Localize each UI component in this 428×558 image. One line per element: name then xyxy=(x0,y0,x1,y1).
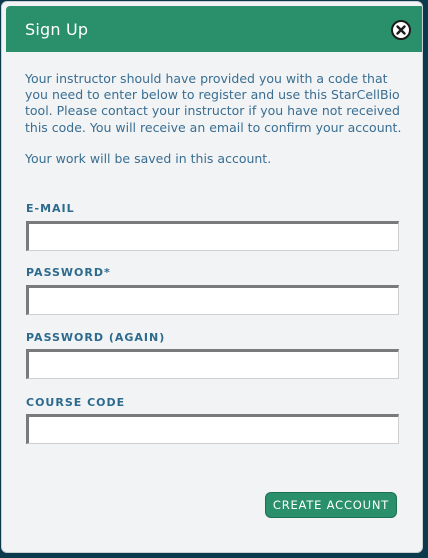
course-code-label: COURSE CODE xyxy=(26,396,126,409)
course-code-field[interactable] xyxy=(26,414,399,444)
email-label: E-MAIL xyxy=(26,202,75,215)
create-account-button[interactable]: CREATE ACCOUNT xyxy=(265,492,397,518)
close-button[interactable] xyxy=(391,20,411,40)
password-label: PASSWORD* xyxy=(26,266,111,279)
password-again-field[interactable] xyxy=(26,349,399,379)
close-icon xyxy=(396,25,406,35)
intro-text: Your instructor should have provided you… xyxy=(25,71,402,135)
dialog-titlebar: Sign Up xyxy=(6,6,422,52)
password-again-label: PASSWORD (AGAIN) xyxy=(26,331,166,344)
saved-note: Your work will be saved in this account. xyxy=(25,150,272,166)
dialog-body: Your instructor should have provided you… xyxy=(25,71,405,167)
password-field[interactable] xyxy=(26,285,399,315)
dialog-title: Sign Up xyxy=(25,20,89,39)
signup-dialog: Sign Up Your instructor should have prov… xyxy=(1,1,423,553)
email-field[interactable] xyxy=(26,221,399,251)
